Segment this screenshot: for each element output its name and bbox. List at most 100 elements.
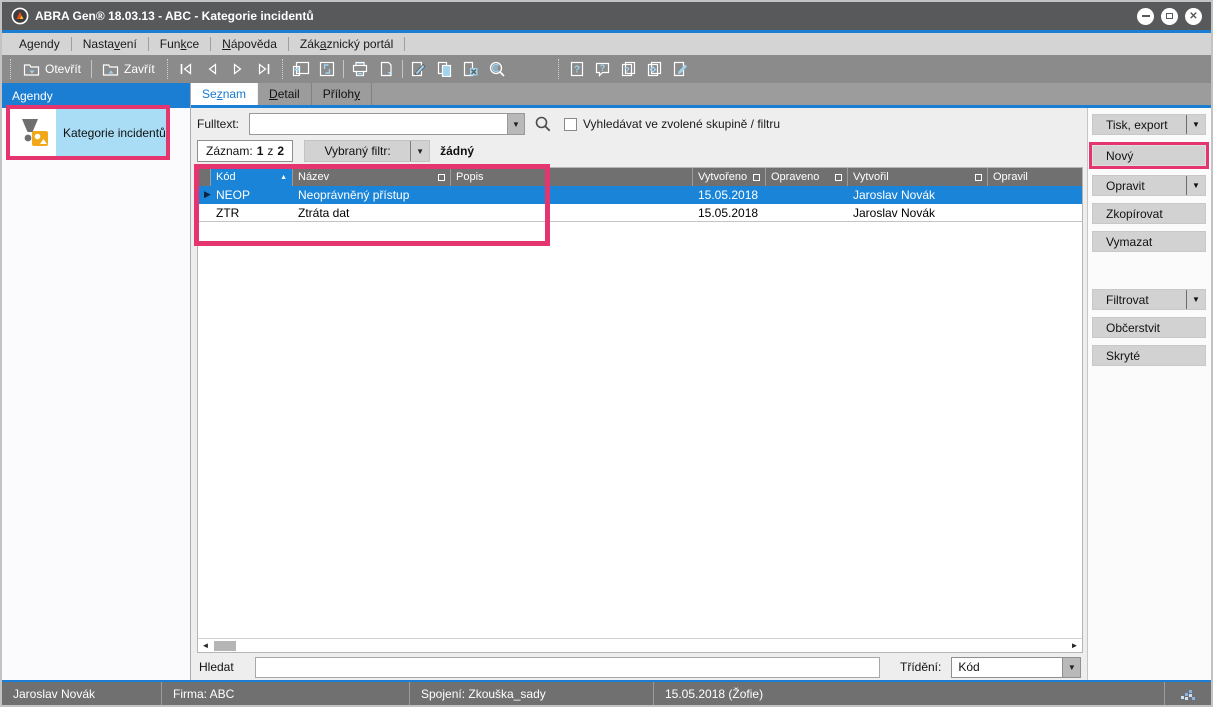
edit-note-icon[interactable] <box>671 59 691 79</box>
highlight-new-button: Nový <box>1089 142 1209 169</box>
sidebar-item-kategorie-incidentu[interactable]: Kategorie incidentů <box>6 105 170 160</box>
folder-open-icon <box>23 62 40 76</box>
table-row[interactable]: ▶ NEOP Neoprávněný přístup 15.05.2018 Ja… <box>198 186 1082 204</box>
tab-seznam[interactable]: Seznam <box>191 83 258 105</box>
hidden-button[interactable]: Skryté <box>1092 345 1206 366</box>
print-export-dropdown-button[interactable]: ▼ <box>1186 115 1205 134</box>
scroll-left-icon[interactable]: ◄ <box>198 641 213 650</box>
tab-prilohy[interactable]: Přílohy <box>312 83 372 105</box>
open-button[interactable]: Otevřít <box>16 60 88 78</box>
delete-record-icon[interactable] <box>461 59 481 79</box>
menu-separator <box>404 37 405 51</box>
sort-asc-icon: ▲ <box>280 174 287 181</box>
toolbar-separator <box>282 59 283 79</box>
search-icon[interactable] <box>534 115 552 133</box>
column-options-icon[interactable] <box>835 174 842 181</box>
fulltext-input[interactable] <box>250 114 507 134</box>
toolbar-separator <box>91 60 92 78</box>
column-header-nazev[interactable]: Název <box>293 168 451 186</box>
svg-text:?: ? <box>574 65 580 76</box>
abra-logo-icon <box>11 7 29 25</box>
edit-dropdown-button[interactable]: ▼ <box>1186 176 1205 195</box>
nav-first-button[interactable] <box>176 59 196 79</box>
column-header-opravil[interactable]: Opravil <box>988 168 1082 186</box>
chevron-down-icon: ▼ <box>512 120 520 129</box>
trideni-value: Kód <box>952 660 1062 674</box>
trideni-combobox[interactable]: Kód ▼ <box>951 657 1081 678</box>
grid-header: Kód▲ Název Popis Vytvořeno Opraveno Vytv… <box>198 168 1082 186</box>
search-records-icon[interactable] <box>487 59 507 79</box>
copy-button[interactable]: Zkopírovat <box>1092 203 1206 224</box>
fulltext-combobox: ▼ <box>249 113 525 135</box>
menu-funkce[interactable]: Funkce <box>149 33 210 55</box>
search-in-group-checkbox[interactable] <box>564 118 577 131</box>
workarea: Fulltext: ▼ Vyhledávat ve zvolené skupin… <box>191 108 1087 680</box>
minimize-button[interactable] <box>1137 8 1154 25</box>
status-date: 15.05.2018 (Žofie) <box>654 682 1165 705</box>
edit-button[interactable]: Opravit ▼ <box>1092 175 1206 196</box>
column-header-opraveno[interactable]: Opraveno <box>766 168 848 186</box>
tab-detail[interactable]: Detail <box>258 83 312 105</box>
nav-last-button[interactable] <box>254 59 274 79</box>
selected-filter-value: žádný <box>440 144 474 158</box>
menu-agendy[interactable]: Agendy <box>8 33 71 55</box>
menu-zakaznicky-portal[interactable]: Zákaznický portál <box>289 33 404 55</box>
help-icon[interactable]: ? <box>567 59 587 79</box>
print-icon[interactable] <box>350 59 370 79</box>
horizontal-scrollbar[interactable]: ◄ ► <box>198 638 1082 652</box>
column-options-icon[interactable] <box>975 174 982 181</box>
fulltext-dropdown-button[interactable]: ▼ <box>507 114 524 134</box>
print-export-button[interactable]: Tisk, export ▼ <box>1092 114 1206 135</box>
filter-dropdown-button[interactable]: ▼ <box>1186 290 1205 309</box>
column-options-icon[interactable] <box>753 174 760 181</box>
status-user: Jaroslav Novák <box>2 682 162 705</box>
close-button[interactable]: ✕ <box>1185 8 1202 25</box>
filter-button[interactable]: Filtrovat ▼ <box>1092 289 1206 310</box>
filter-dropdown-button[interactable]: ▼ <box>410 141 429 161</box>
delete-button[interactable]: Vymazat <box>1092 231 1206 252</box>
edit-record-icon[interactable] <box>409 59 429 79</box>
hledat-input[interactable] <box>255 657 880 678</box>
open-in-window-icon[interactable] <box>291 59 311 79</box>
refresh-button[interactable]: Občerstvit <box>1092 317 1206 338</box>
chevron-down-icon: ▼ <box>1192 295 1200 304</box>
column-header-kod[interactable]: Kód▲ <box>211 168 293 186</box>
search-in-group-label: Vyhledávat ve zvolené skupině / filtru <box>583 117 780 131</box>
column-header-popis[interactable]: Popis <box>451 168 693 186</box>
nav-next-button[interactable] <box>228 59 248 79</box>
sidebar-item-label: Kategorie incidentů <box>56 109 166 156</box>
column-options-icon[interactable] <box>438 174 445 181</box>
toolbar-grip <box>10 59 11 79</box>
new-button[interactable]: Nový <box>1092 145 1206 166</box>
close-agenda-button[interactable]: Zavřít <box>95 60 162 78</box>
new-document-icon[interactable] <box>376 59 396 79</box>
context-help-icon[interactable]: ? <box>593 59 613 79</box>
toolbar-separator <box>402 60 403 78</box>
scrollbar-thumb[interactable] <box>214 641 236 651</box>
sidebar-agendas: Agendy Kategorie incidentů <box>2 83 191 680</box>
records-grid: Kód▲ Název Popis Vytvořeno Opraveno Vytv… <box>197 167 1083 653</box>
toolbar-separator <box>167 59 168 79</box>
selector-column-header <box>198 168 211 186</box>
selected-filter-button[interactable]: Vybraný filtr: ▼ <box>304 140 430 162</box>
menu-nastaveni[interactable]: Nastavení <box>72 33 148 55</box>
toolbar-separator <box>558 59 559 79</box>
status-connection: Spojení: Zkouška_sady <box>410 682 654 705</box>
column-header-vytvoril[interactable]: Vytvořil <box>848 168 988 186</box>
trideni-dropdown-button[interactable]: ▼ <box>1062 658 1080 677</box>
status-firm: Firma: ABC <box>162 682 410 705</box>
column-header-vytvoreno[interactable]: Vytvořeno <box>693 168 766 186</box>
menu-napoveda[interactable]: Nápověda <box>211 33 288 55</box>
related-topics-icon[interactable] <box>645 59 665 79</box>
nav-prev-button[interactable] <box>202 59 222 79</box>
copy-record-icon[interactable] <box>435 59 455 79</box>
maximize-button[interactable] <box>1161 8 1178 25</box>
reload-record-icon[interactable] <box>317 59 337 79</box>
help-topics-icon[interactable]: ? <box>619 59 639 79</box>
scroll-right-icon[interactable]: ► <box>1067 641 1082 650</box>
action-panel: Tisk, export ▼ Nový Opravit ▼ Zkopírovat <box>1087 108 1211 680</box>
chevron-down-icon: ▼ <box>1192 181 1200 190</box>
table-row[interactable]: ZTR Ztráta dat 15.05.2018 Jaroslav Novák <box>198 204 1082 222</box>
tabstrip: Seznam Detail Přílohy <box>191 83 1211 105</box>
panel-gap <box>1088 259 1211 289</box>
